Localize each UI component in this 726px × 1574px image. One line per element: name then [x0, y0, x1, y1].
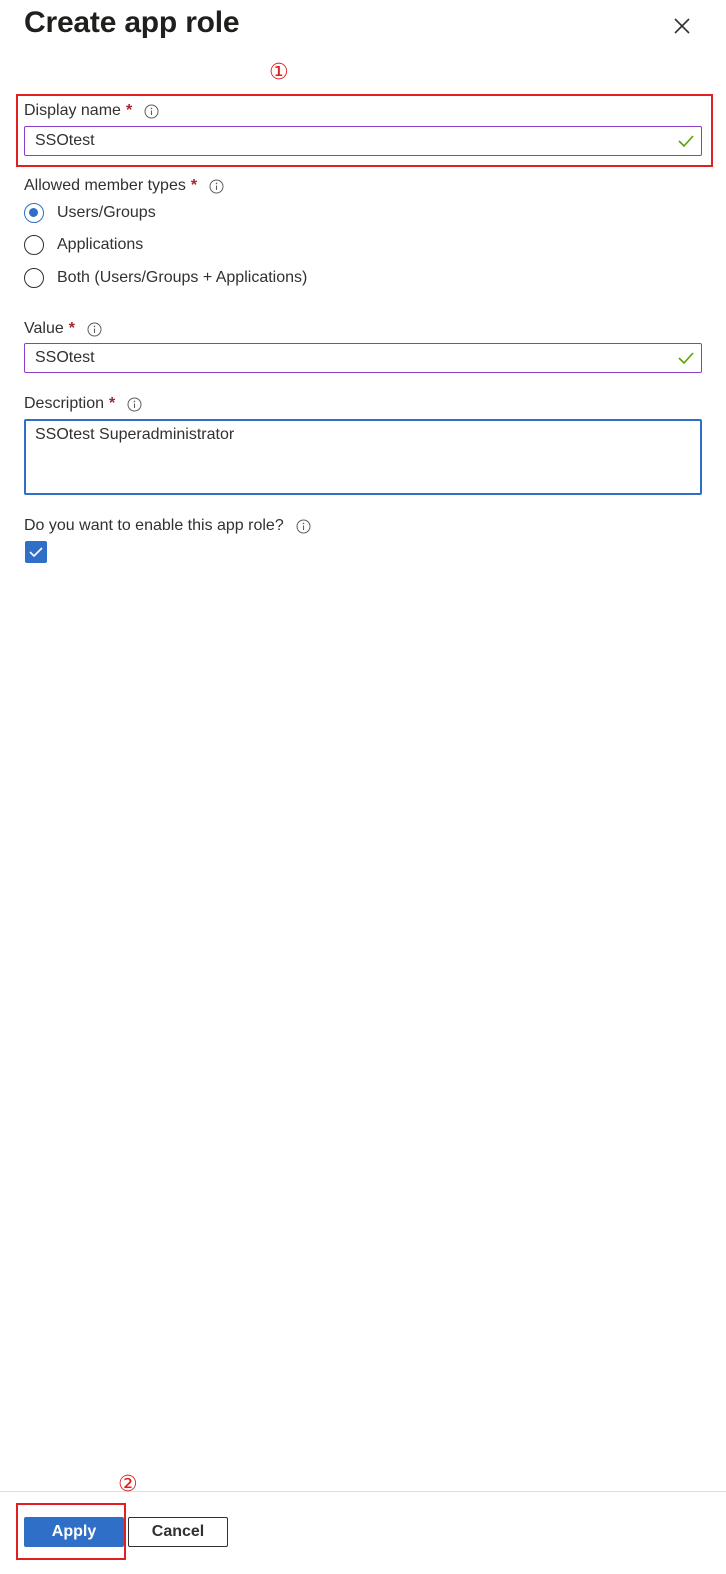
display-name-label-text: Display name [24, 102, 121, 119]
cancel-button[interactable]: Cancel [128, 1517, 228, 1547]
close-button[interactable] [668, 12, 696, 40]
enable-label: Do you want to enable this app role? [24, 517, 311, 535]
value-label-text: Value [24, 320, 64, 337]
close-icon [674, 18, 690, 34]
radio-button[interactable] [24, 268, 44, 288]
radio-both[interactable]: Both (Users/Groups + Applications) [24, 268, 307, 288]
description-textarea[interactable]: SSOtest Superadministrator [26, 421, 700, 493]
info-icon[interactable] [144, 104, 159, 119]
required-asterisk: * [68, 320, 75, 337]
value-field[interactable] [24, 343, 702, 373]
display-name-field[interactable] [24, 126, 702, 156]
radio-applications[interactable]: Applications [24, 235, 143, 255]
annotation-step-1: ① [269, 60, 289, 85]
radio-label: Both (Users/Groups + Applications) [57, 269, 308, 286]
apply-button[interactable]: Apply [24, 1517, 124, 1547]
checkmark-icon [29, 547, 43, 558]
create-app-role-panel: Create app role ① Display name * Allowed… [0, 0, 726, 1574]
description-label: Description * [24, 395, 142, 413]
info-icon[interactable] [87, 322, 102, 337]
radio-button-selected[interactable] [24, 203, 44, 223]
info-icon[interactable] [209, 179, 224, 194]
member-types-label: Allowed member types * [24, 177, 224, 195]
enable-checkbox[interactable] [25, 541, 47, 563]
info-icon[interactable] [296, 519, 311, 534]
footer-divider [0, 1491, 726, 1492]
required-asterisk: * [190, 177, 198, 194]
radio-users-groups[interactable]: Users/Groups [24, 203, 156, 223]
checkmark-icon [678, 135, 694, 148]
enable-label-text: Do you want to enable this app role? [24, 517, 284, 534]
checkmark-icon [678, 352, 694, 365]
value-input[interactable] [25, 344, 665, 372]
required-asterisk: * [125, 102, 133, 119]
info-icon[interactable] [127, 397, 142, 412]
description-label-text: Description [24, 395, 105, 412]
radio-label: Users/Groups [57, 204, 156, 221]
description-field[interactable]: SSOtest Superadministrator [24, 419, 702, 495]
display-name-input[interactable] [25, 127, 665, 155]
display-name-label: Display name * [24, 102, 159, 120]
radio-button[interactable] [24, 235, 44, 255]
value-label: Value * [24, 320, 102, 338]
required-asterisk: * [109, 395, 116, 412]
member-types-label-text: Allowed member types [24, 177, 186, 194]
panel-title: Create app role [24, 6, 240, 39]
radio-label: Applications [57, 236, 144, 253]
annotation-step-2: ② [118, 1472, 138, 1497]
